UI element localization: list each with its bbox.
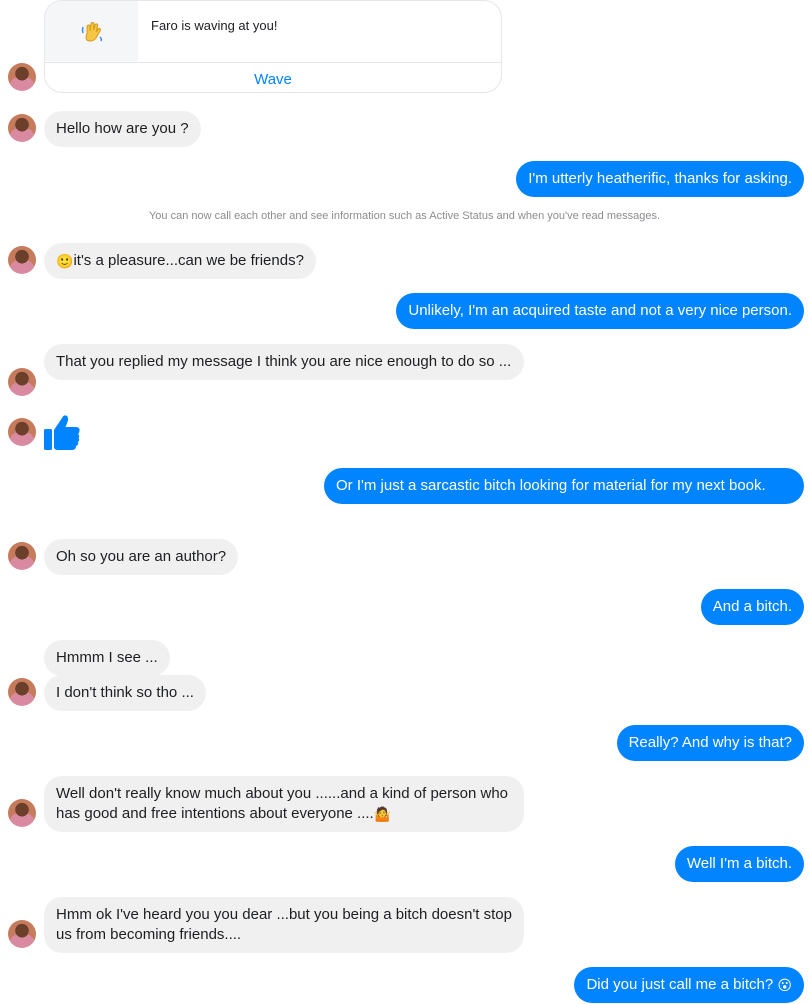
wave-card-text: Faro is waving at you! bbox=[151, 18, 278, 33]
shrug-emoji-icon: 🤷 bbox=[373, 806, 392, 823]
smile-emoji-icon: 🙂 bbox=[56, 253, 74, 270]
avatar[interactable] bbox=[8, 114, 36, 142]
message-outgoing[interactable]: Really? And why is that? bbox=[616, 725, 804, 761]
message-incoming[interactable]: Hello how are you ? bbox=[44, 111, 201, 147]
message-outgoing[interactable]: Well I'm a bitch. bbox=[674, 846, 804, 882]
system-notice: You can now call each other and see info… bbox=[148, 210, 661, 222]
avatar[interactable] bbox=[8, 920, 36, 948]
message-outgoing[interactable]: Unlikely, I'm an acquired taste and not … bbox=[396, 293, 804, 329]
avatar[interactable] bbox=[8, 799, 36, 827]
thumbs-up-icon[interactable] bbox=[43, 412, 81, 452]
message-incoming[interactable]: Well don't really know much about you ..… bbox=[44, 776, 524, 833]
avatar[interactable] bbox=[8, 418, 36, 446]
avatar[interactable] bbox=[8, 368, 36, 396]
waving-hand-icon bbox=[81, 21, 103, 42]
avatar[interactable] bbox=[8, 678, 36, 706]
wave-card-header: Faro is waving at you! bbox=[45, 1, 501, 63]
message-outgoing[interactable]: Or I'm just a sarcastic bitch looking fo… bbox=[324, 468, 804, 504]
message-incoming[interactable]: Hmmm I see ... bbox=[44, 640, 170, 676]
message-incoming[interactable]: Hmm ok I've heard you you dear ...but yo… bbox=[44, 897, 524, 953]
message-incoming[interactable]: I don't think so tho ... bbox=[44, 675, 206, 711]
message-outgoing[interactable]: And a bitch. bbox=[700, 589, 804, 625]
message-outgoing[interactable]: I'm utterly heatherific, thanks for aski… bbox=[516, 161, 804, 197]
message-outgoing[interactable]: Did you just call me a bitch? 😮 bbox=[574, 967, 804, 1004]
wave-button[interactable]: Wave bbox=[45, 71, 501, 88]
message-incoming[interactable]: Oh so you are an author? bbox=[44, 539, 239, 575]
avatar[interactable] bbox=[8, 63, 36, 91]
avatar[interactable] bbox=[8, 246, 36, 274]
message-text: Did you just call me a bitch? bbox=[586, 976, 774, 993]
wave-card-icon-box bbox=[45, 1, 138, 61]
surprised-emoji-icon: 😮 bbox=[777, 977, 792, 994]
message-incoming[interactable]: 🙂it's a pleasure...can we be friends? bbox=[44, 243, 316, 280]
avatar[interactable] bbox=[8, 542, 36, 570]
message-text: Well don't really know much about you ..… bbox=[56, 785, 509, 822]
message-incoming[interactable]: That you replied my message I think you … bbox=[44, 344, 524, 380]
message-text: it's a pleasure...can we be friends? bbox=[73, 252, 304, 269]
wave-card: Faro is waving at you! Wave bbox=[44, 0, 502, 93]
